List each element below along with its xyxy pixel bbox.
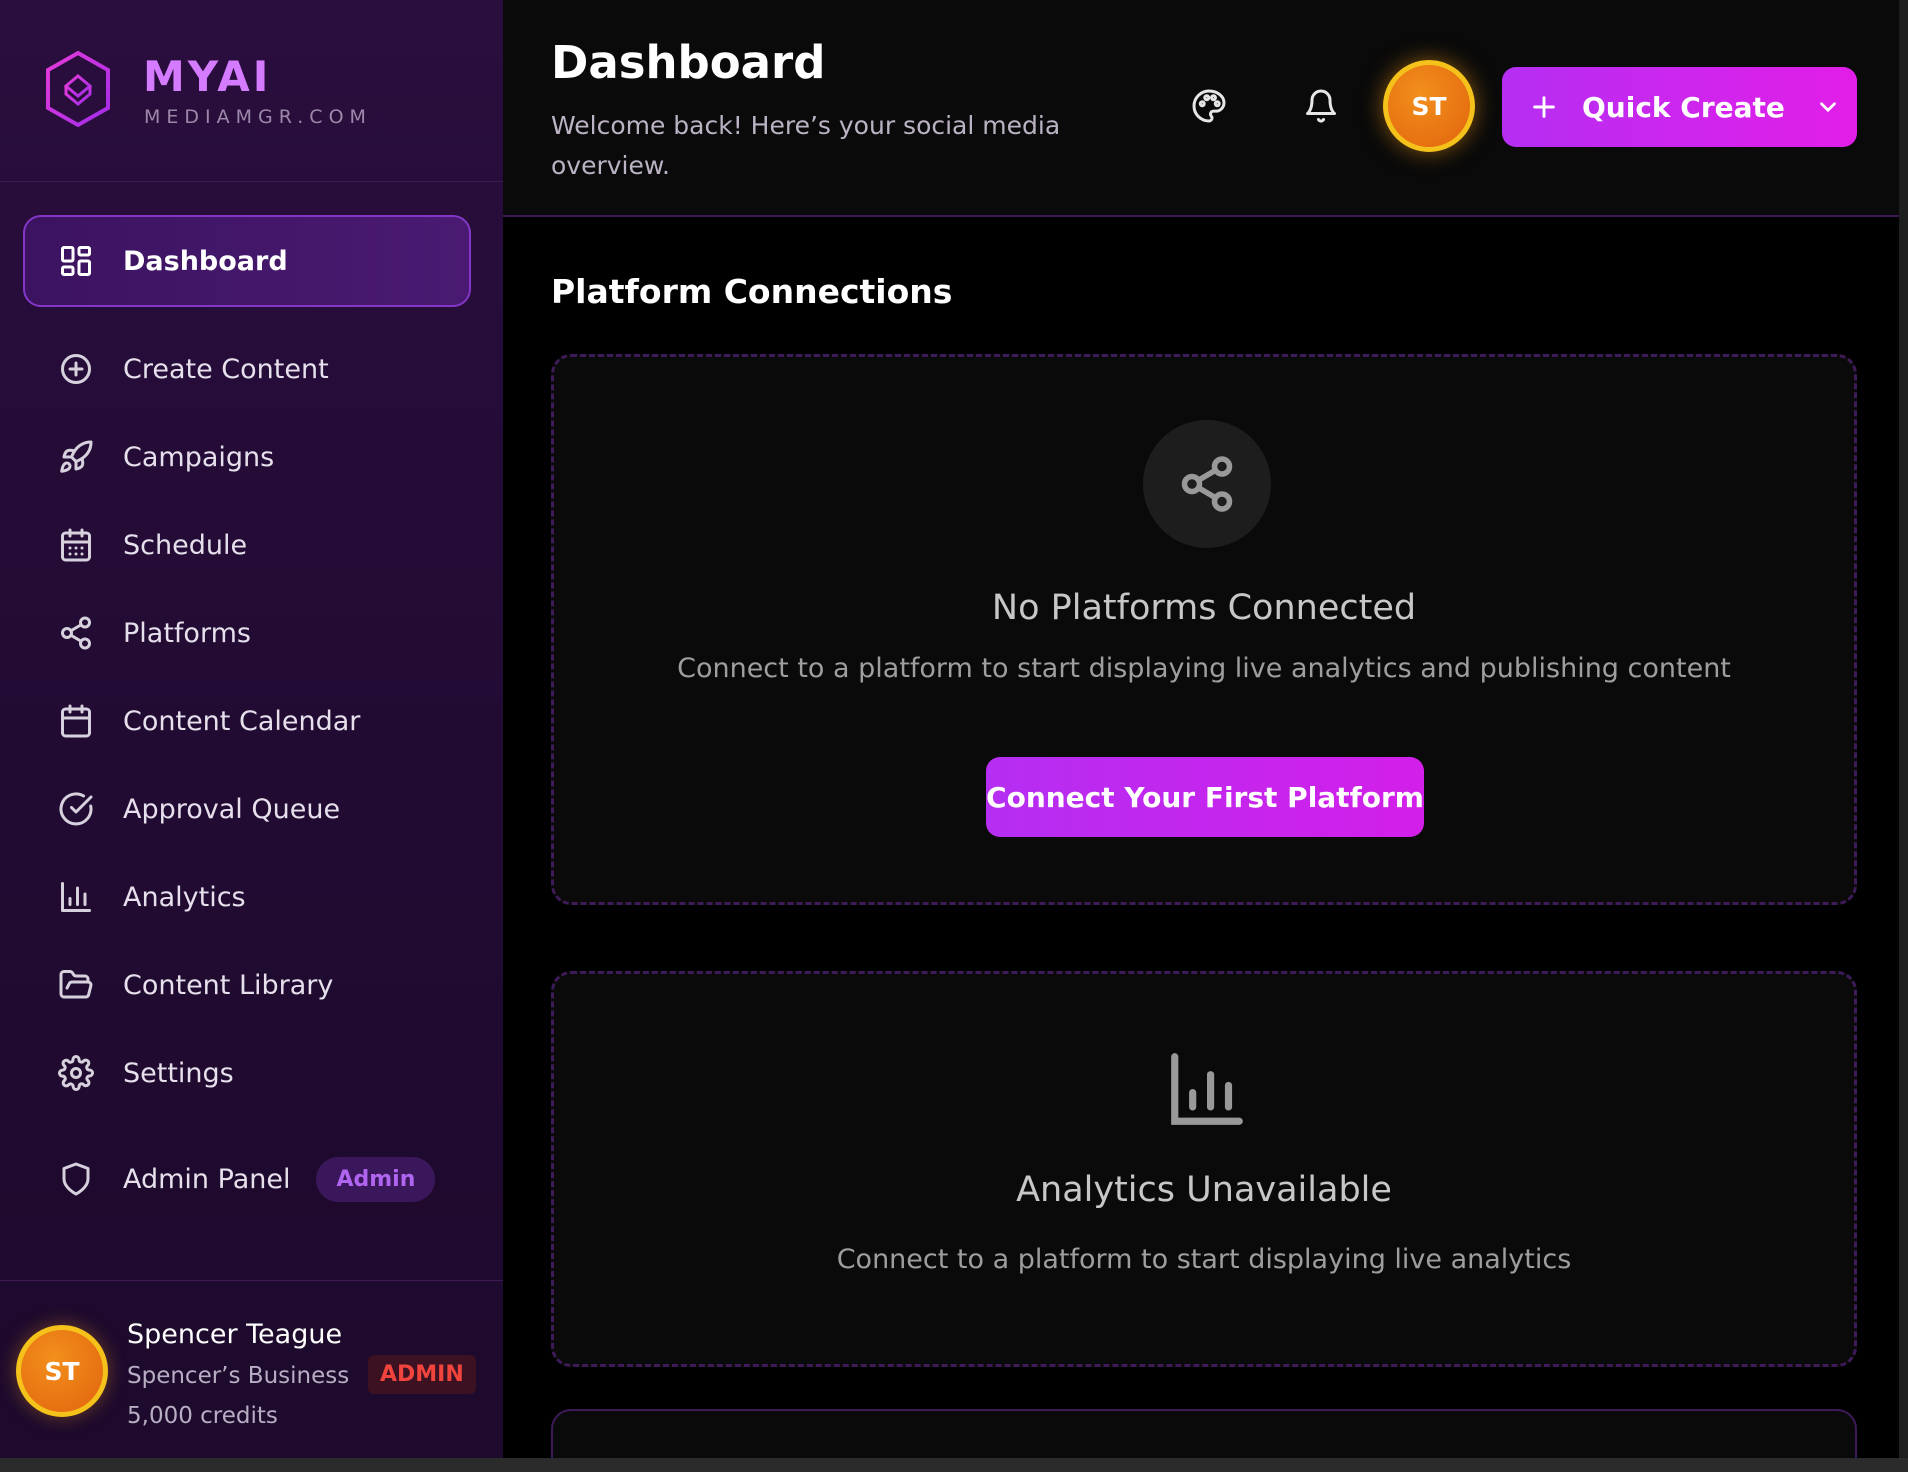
grid-icon [57, 242, 95, 280]
section-title: Platform Connections [551, 272, 953, 311]
platforms-empty-card: No Platforms Connected Connect to a plat… [551, 354, 1857, 905]
page-header: Dashboard Welcome back! Here’s your soci… [503, 0, 1908, 217]
sidebar-nav: Dashboard Create Content Campaigns Sched [23, 215, 471, 1223]
sidebar-item-admin-panel[interactable]: Admin Panel Admin [23, 1135, 471, 1223]
user-credits: 5,000 credits [127, 1403, 278, 1429]
gear-icon [57, 1054, 95, 1092]
page-subtitle: Welcome back! Here’s your social media o… [551, 111, 1061, 180]
empty-title: No Platforms Connected [991, 588, 1417, 628]
shield-icon [57, 1160, 95, 1198]
analytics-title: Analytics Unavailable [1016, 1170, 1392, 1210]
sidebar-item-label: Admin Panel [123, 1163, 291, 1195]
sidebar-item-settings[interactable]: Settings [23, 1029, 471, 1117]
sidebar-item-content-library[interactable]: Content Library [23, 941, 471, 1029]
user-business: Spencer’s Business [127, 1363, 350, 1389]
plus-circle-icon [57, 350, 95, 388]
bar-chart-icon [1164, 1046, 1250, 1132]
brand-logo-icon[interactable] [44, 50, 112, 128]
analytics-text: Connect to a platform to start displayin… [836, 1244, 1572, 1275]
header-avatar[interactable]: ST [1383, 60, 1475, 152]
bar-chart-icon [57, 878, 95, 916]
folder-icon [57, 966, 95, 1004]
sidebar-item-label: Approval Queue [123, 793, 341, 825]
calendar-grid-icon [57, 526, 95, 564]
sidebar-item-approval-queue[interactable]: Approval Queue [23, 765, 471, 853]
sidebar-item-schedule[interactable]: Schedule [23, 501, 471, 589]
user-panel[interactable]: ST Spencer Teague Spencer’s Business ADM… [0, 1280, 503, 1458]
chevron-down-icon [1820, 102, 1836, 113]
quick-create-label: Quick Create [1582, 90, 1785, 124]
sidebar-item-label: Content Calendar [123, 705, 361, 737]
sidebar-item-content-calendar[interactable]: Content Calendar [23, 677, 471, 765]
sidebar-item-analytics[interactable]: Analytics [23, 853, 471, 941]
brand-name: MYAI [143, 52, 272, 101]
sidebar-item-label: Content Library [123, 969, 334, 1001]
quick-create-button[interactable]: Quick Create [1502, 67, 1857, 147]
palette-icon[interactable] [1191, 88, 1231, 128]
sidebar-item-label: Campaigns [123, 441, 275, 473]
scrollbar-track[interactable] [1899, 0, 1908, 1458]
connect-platform-button[interactable]: Connect Your First Platform [986, 757, 1424, 837]
window-bottom-edge [0, 1458, 1908, 1472]
brand-subtitle: MEDIAMGR.COM [144, 106, 372, 128]
share-icon [1143, 420, 1271, 548]
share-icon [57, 614, 95, 652]
rocket-icon [57, 438, 95, 476]
brand: MYAI MEDIAMGR.COM [0, 0, 503, 182]
page-title: Dashboard [551, 36, 826, 89]
sidebar-item-label: Schedule [123, 529, 248, 561]
plus-icon [1533, 96, 1555, 118]
dashboard-content: Platform Connections No Platforms Connec… [503, 219, 1899, 1472]
sidebar-item-campaigns[interactable]: Campaigns [23, 413, 471, 501]
analytics-empty-card: Analytics Unavailable Connect to a platf… [551, 971, 1857, 1367]
avatar[interactable]: ST [16, 1325, 108, 1417]
sidebar-item-dashboard[interactable]: Dashboard [23, 215, 471, 307]
empty-text: Connect to a platform to start displayin… [677, 653, 1731, 684]
check-circle-icon [57, 790, 95, 828]
sidebar-item-label: Dashboard [123, 245, 288, 277]
main-area: Dashboard Welcome back! Here’s your soci… [503, 0, 1908, 1472]
bell-icon[interactable] [1303, 88, 1343, 128]
role-badge: ADMIN [368, 1355, 476, 1394]
sidebar-item-label: Platforms [123, 617, 251, 649]
sidebar-item-create-content[interactable]: Create Content [23, 325, 471, 413]
sidebar-item-label: Analytics [123, 881, 246, 913]
calendar-icon [57, 702, 95, 740]
app: MYAI MEDIAMGR.COM Dashboard Create Conte… [0, 0, 1908, 1472]
sidebar-item-label: Create Content [123, 353, 329, 385]
admin-badge: Admin [316, 1156, 436, 1202]
sidebar-item-platforms[interactable]: Platforms [23, 589, 471, 677]
user-name: Spencer Teague [127, 1319, 343, 1350]
sidebar-item-label: Settings [123, 1057, 234, 1089]
sidebar: MYAI MEDIAMGR.COM Dashboard Create Conte… [0, 0, 503, 1458]
